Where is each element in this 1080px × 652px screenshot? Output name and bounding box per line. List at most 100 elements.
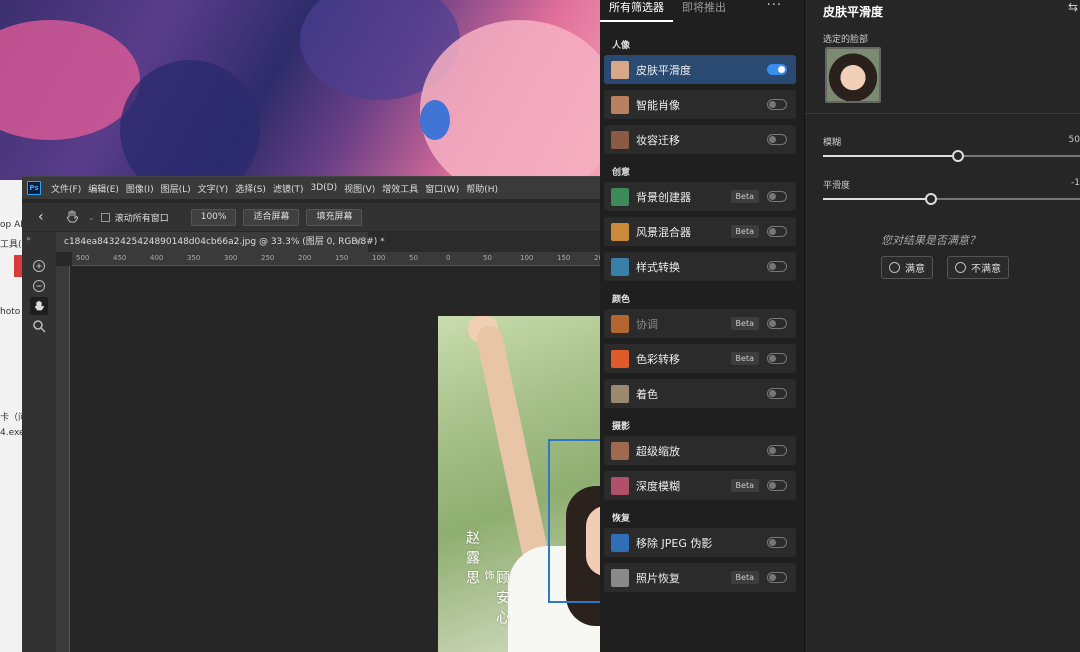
smoothness-label: 平滑度: [823, 181, 851, 191]
satisfied-button[interactable]: 满意: [881, 256, 933, 279]
filter-toggle[interactable]: [767, 134, 787, 145]
ruler-tick: 300: [224, 254, 238, 262]
vertical-ruler: [56, 266, 70, 652]
ruler-tick: 50: [483, 254, 492, 262]
zoom-out-icon[interactable]: [30, 277, 48, 295]
ruler-tick: 150: [557, 254, 571, 262]
ruler-tick: 200: [298, 254, 312, 262]
filter-item[interactable]: 色彩转移 Beta: [604, 344, 796, 373]
filter-toggle[interactable]: [767, 445, 787, 456]
menu-filter[interactable]: 滤镜(T): [273, 182, 304, 195]
filter-thumbnail-icon: [611, 95, 629, 114]
slider-fill: [823, 198, 931, 200]
hand-icon[interactable]: [30, 297, 48, 315]
category-label: 创意: [612, 168, 631, 178]
filter-item[interactable]: 协调 Beta: [604, 309, 796, 338]
desktop-wallpaper: [0, 0, 600, 180]
tab-all-filters[interactable]: 所有筛选器: [600, 0, 673, 22]
filter-toggle[interactable]: [767, 537, 787, 548]
filter-toggle[interactable]: [767, 572, 787, 583]
bg-text: op AI: [0, 220, 23, 230]
satisfied-label: 满意: [905, 264, 925, 275]
filter-toggle[interactable]: [767, 388, 787, 399]
filter-item[interactable]: 移除 JPEG 伪影: [604, 528, 796, 557]
ruler-tick: 400: [150, 254, 164, 262]
menu-help[interactable]: 帮助(H): [466, 182, 498, 195]
filter-item[interactable]: 照片恢复 Beta: [604, 563, 796, 592]
filter-item[interactable]: 皮肤平滑度: [604, 55, 796, 84]
document-tab[interactable]: c184ea8432425424890148d04cb66a2.jpg @ 33…: [56, 232, 385, 252]
filter-thumbnail-icon: [611, 568, 629, 587]
canvas-area[interactable]: 赵露思 饰 顾安心: [70, 266, 600, 652]
wallpaper-blob: [0, 20, 140, 140]
ruler-tick: 150: [335, 254, 349, 262]
filter-item[interactable]: 超级缩放: [604, 436, 796, 465]
unsatisfied-button[interactable]: 不满意: [947, 256, 1009, 279]
more-icon[interactable]: ···: [767, 0, 782, 13]
slider-thumb[interactable]: [952, 150, 964, 162]
filter-settings-panel: 皮肤平滑度 ⇆ 选定的脸部 模糊 50 平滑度 -1 您对结果是否满意？ 满意 …: [805, 0, 1080, 652]
filter-toggle[interactable]: [767, 318, 787, 329]
filter-item[interactable]: 智能肖像: [604, 90, 796, 119]
menu-select[interactable]: 选择(S): [235, 182, 266, 195]
checkbox-box[interactable]: [100, 212, 110, 222]
smoothness-slider[interactable]: [823, 193, 1080, 205]
fill-screen-button[interactable]: 填充屏幕: [306, 208, 363, 226]
menu-view[interactable]: 视图(V): [344, 182, 375, 195]
filter-item[interactable]: 风景混合器 Beta: [604, 217, 796, 246]
face-detection-box: [548, 439, 600, 603]
menu-3d[interactable]: 3D(D): [310, 183, 337, 193]
hand-tool-icon[interactable]: [64, 209, 80, 225]
document-image: 赵露思 饰 顾安心: [438, 316, 600, 652]
menu-window[interactable]: 窗口(W): [425, 182, 459, 195]
filter-thumbnail-icon: [611, 187, 629, 206]
filter-label: 背景创建器: [636, 190, 691, 204]
filter-item[interactable]: 背景创建器 Beta: [604, 182, 796, 211]
filter-item[interactable]: 样式转换: [604, 252, 796, 281]
close-icon[interactable]: ×: [354, 232, 362, 252]
filter-toggle[interactable]: [767, 226, 787, 237]
filter-toggle[interactable]: [767, 99, 787, 110]
settings-icon[interactable]: ⇆: [1068, 0, 1078, 14]
beta-badge: Beta: [730, 571, 759, 584]
menu-type[interactable]: 文字(Y): [198, 182, 229, 195]
filter-item[interactable]: 深度模糊 Beta: [604, 471, 796, 500]
filter-toggle[interactable]: [767, 261, 787, 272]
tab-coming-soon[interactable]: 即将推出: [673, 0, 735, 22]
menu-file[interactable]: 文件(F): [51, 182, 81, 195]
filter-toggle[interactable]: [767, 353, 787, 364]
menu-edit[interactable]: 编辑(E): [88, 182, 119, 195]
filter-item[interactable]: 妆容迁移: [604, 125, 796, 154]
magnifier-icon[interactable]: [30, 317, 48, 335]
filter-thumbnail-icon: [611, 476, 629, 495]
checkbox-label: 滚动所有窗口: [114, 213, 169, 224]
filter-thumbnail-icon: [611, 60, 629, 79]
selected-face-thumbnail[interactable]: [825, 47, 881, 103]
fit-screen-button[interactable]: 适合屏幕: [243, 208, 300, 226]
menu-layer[interactable]: 图层(L): [161, 182, 191, 195]
filter-toggle[interactable]: [767, 480, 787, 491]
menu-bar: Ps 文件(F) 编辑(E) 图像(I) 图层(L) 文字(Y) 选择(S) 滤…: [22, 177, 600, 199]
back-arrow-icon[interactable]: ‹: [38, 209, 50, 225]
blur-slider[interactable]: [823, 150, 1080, 162]
zoom-100-button[interactable]: 100%: [190, 208, 237, 226]
chevron-down-icon[interactable]: ⌄: [88, 213, 95, 222]
selected-face-label: 选定的脸部: [823, 35, 869, 45]
collapse-icon[interactable]: »: [26, 234, 31, 243]
filter-toggle[interactable]: [767, 64, 787, 75]
scroll-all-windows-checkbox[interactable]: 滚动所有窗口: [100, 211, 169, 224]
slider-thumb[interactable]: [925, 193, 937, 205]
zoom-in-icon[interactable]: [30, 257, 48, 275]
filter-thumbnail-icon: [611, 349, 629, 368]
category-label: 人像: [612, 41, 631, 51]
ruler-tick: 0: [446, 254, 451, 262]
filter-toggle[interactable]: [767, 191, 787, 202]
menu-image[interactable]: 图像(I): [126, 182, 154, 195]
filter-label: 超级缩放: [636, 444, 680, 458]
filter-item[interactable]: 着色: [604, 379, 796, 408]
options-bar: ‹ ⌄ 滚动所有窗口 100% 适合屏幕 填充屏幕: [22, 203, 600, 231]
feedback-question: 您对结果是否满意？: [881, 234, 980, 247]
menu-plugins[interactable]: 增效工具: [382, 182, 418, 195]
photo-caption: 顾安心: [494, 570, 510, 630]
ruler-tick: 350: [187, 254, 201, 262]
